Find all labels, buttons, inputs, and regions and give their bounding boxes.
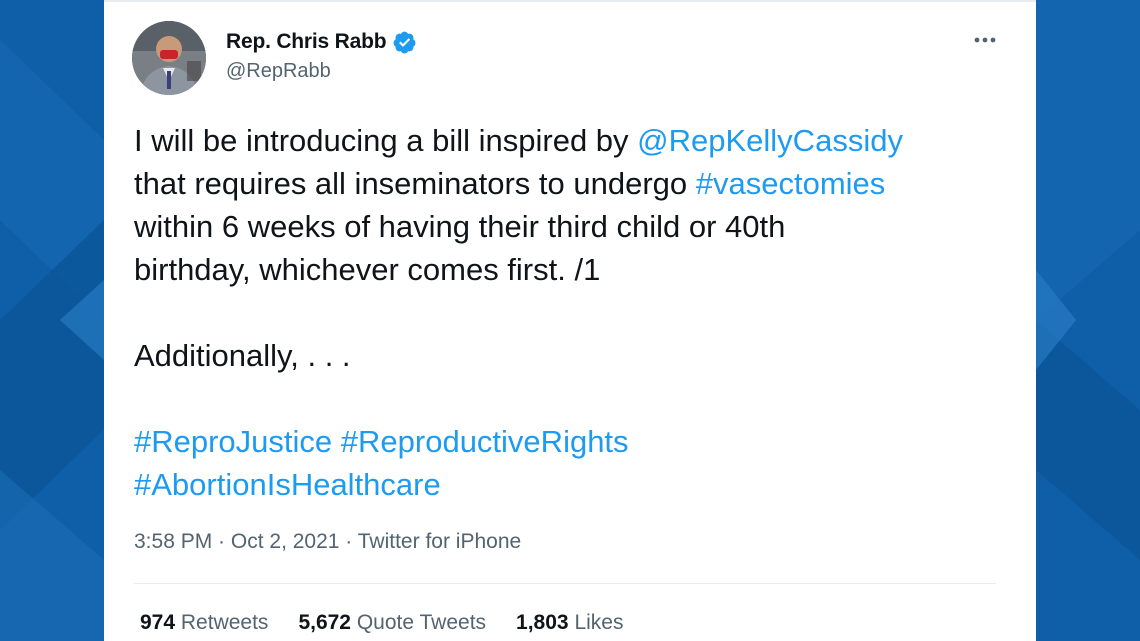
quote-tweets-count: 5,672 [298,611,351,634]
meta-separator: · [212,530,231,553]
tweet-text-segment: I will be introducing a bill inspired by [134,123,638,158]
hashtag-link-vasectomies[interactable]: #vasectomies [696,166,886,201]
author-display-name[interactable]: Rep. Chris Rabb [226,30,387,54]
hashtag-link-abortionishealthcare[interactable]: #AbortionIsHealthcare [134,467,441,502]
mention-link[interactable]: @RepKellyCassidy [637,123,903,158]
author-handle[interactable]: @RepRabb [226,60,331,83]
retweets-label: Retweets [180,611,269,634]
likes-label: Likes [574,611,624,634]
verified-badge-icon [392,30,417,55]
profile-photo-icon [132,21,206,95]
background-pattern-right [1036,0,1140,641]
quote-tweets-stat[interactable]: 5,672 Quote Tweets [298,611,486,635]
tweet-hashtag-line-2: #AbortionIsHealthcare [134,463,1014,506]
tweet-line-2: that requires all inseminators to underg… [134,162,1014,205]
card-top-border [104,0,1036,2]
tweet-metadata: 3:58 PM · Oct 2, 2021 · Twitter for iPho… [134,530,521,554]
tweet-additionally: Additionally, . . . [134,338,351,373]
avatar[interactable] [132,21,206,95]
quote-tweets-label: Quote Tweets [356,611,487,634]
tweet-stats: 974 Retweets 5,672 Quote Tweets 1,803 Li… [140,611,653,635]
meta-separator: · [339,530,358,553]
hashtag-link-reprojustice[interactable]: #ReproJustice [134,424,332,459]
tweet-line-3: within 6 weeks of having their third chi… [134,209,786,244]
tweet-text: I will be introducing a bill inspired by… [134,119,1014,506]
divider [134,583,996,584]
background-pattern-left [0,0,104,641]
tweet-source[interactable]: Twitter for iPhone [358,530,521,553]
tweet-time[interactable]: 3:58 PM [134,530,212,553]
hashtag-link-reproductiverights[interactable]: #ReproductiveRights [341,424,629,459]
author-name-row: Rep. Chris Rabb [226,28,417,56]
likes-count: 1,803 [516,611,569,634]
screenshot-frame: Rep. Chris Rabb @RepRabb I will be intro… [0,0,1140,641]
tweet-line-1: I will be introducing a bill inspired by… [134,119,1014,162]
retweets-stat[interactable]: 974 Retweets [140,611,268,635]
tweet-line-4: birthday, whichever comes first. /1 [134,252,601,287]
tweet-date[interactable]: Oct 2, 2021 [231,530,340,553]
tweet-card: Rep. Chris Rabb @RepRabb I will be intro… [104,0,1036,641]
retweets-count: 974 [140,611,176,634]
likes-stat[interactable]: 1,803 Likes [516,611,623,635]
ellipsis-icon[interactable] [970,28,1000,52]
tweet-hashtag-line-1: #ReproJustice #ReproductiveRights [134,420,1014,463]
tweet-text-segment: that requires all inseminators to underg… [134,166,696,201]
